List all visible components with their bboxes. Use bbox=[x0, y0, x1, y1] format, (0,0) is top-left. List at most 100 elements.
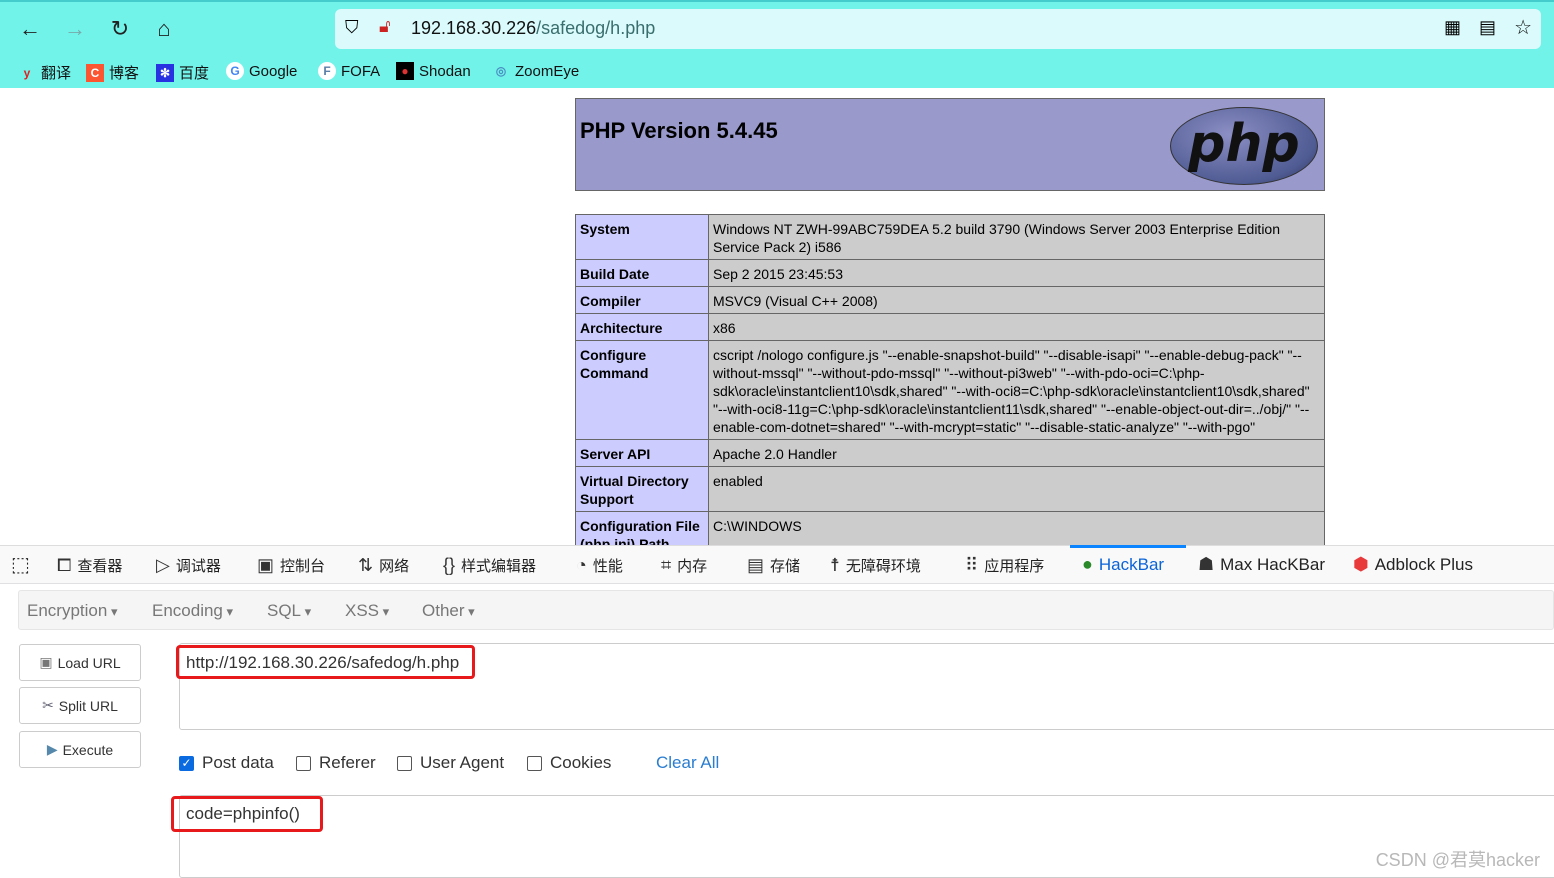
split-url-button[interactable]: ✂ Split URL bbox=[19, 687, 141, 724]
checkbox-icon bbox=[296, 755, 311, 771]
browser-toolbar: ← → ↻ ⌂ ⛉ 🔓︎ 192.168.30.226/safedog/h.ph… bbox=[0, 0, 1554, 88]
devtools-tab[interactable]: ☨ 无障碍环境 bbox=[830, 555, 921, 576]
scissors-icon: ✂ bbox=[42, 697, 54, 713]
checkbox-icon bbox=[397, 755, 412, 771]
bookmark-google[interactable]: G Google bbox=[226, 62, 297, 80]
url-path: /safedog/h.php bbox=[536, 18, 656, 38]
performance-icon: ◔ bbox=[576, 555, 587, 575]
devtools-tab[interactable]: ⇅ 网络 bbox=[358, 555, 409, 576]
bookmark-shodan[interactable]: ● Shodan bbox=[396, 62, 471, 80]
phpinfo-table: System Windows NT ZWH-99ABC759DEA 5.2 bui… bbox=[575, 214, 1325, 557]
row-key: System bbox=[575, 214, 709, 260]
devtools-tab[interactable]: ▷ 调试器 bbox=[156, 555, 221, 576]
row-key: Architecture bbox=[575, 313, 709, 341]
menu-other[interactable]: Other bbox=[422, 601, 475, 621]
devtools-tab[interactable]: ◔ 性能 bbox=[576, 555, 623, 576]
highlight-box-url bbox=[176, 645, 475, 679]
php-header: PHP Version 5.4.45 php bbox=[575, 98, 1325, 191]
table-row: Virtual Directory Support enabled bbox=[575, 466, 1325, 512]
menu-xss[interactable]: XSS bbox=[345, 601, 389, 621]
adblock-icon: ⬢ bbox=[1353, 554, 1369, 574]
table-row: Build Date Sep 2 2015 23:45:53 bbox=[575, 259, 1325, 287]
element-picker-icon[interactable]: ⬚ bbox=[11, 552, 30, 577]
inspector-icon: ⧠ bbox=[57, 555, 72, 575]
table-row: Architecture x86 bbox=[575, 313, 1325, 341]
execute-icon: ▶ bbox=[46, 741, 58, 757]
bookmark-youdao[interactable]: y 翻译 bbox=[18, 62, 71, 83]
cookies-checkbox[interactable]: Cookies bbox=[527, 753, 611, 773]
user-agent-checkbox[interactable]: User Agent bbox=[397, 753, 504, 773]
execute-button[interactable]: ▶ Execute bbox=[19, 731, 141, 768]
reader-view-icon[interactable]: ▤ bbox=[1479, 17, 1496, 38]
style-editor-icon: {} bbox=[443, 555, 456, 575]
row-key: Build Date bbox=[575, 259, 709, 287]
clear-all-link[interactable]: Clear All bbox=[656, 753, 719, 773]
reload-icon[interactable]: ↻ bbox=[107, 16, 133, 42]
shield-icon[interactable]: ⛉ bbox=[345, 17, 359, 38]
devtools-panel: ⬚ ⧠ 查看器 ▷ 调试器 ▣ 控制台 ⇅ 网络 {} 样式编辑器 ◔ 性能 ⌗ 内存 ▤ 存储 ☨ 无障碍环境 ⠿… bbox=[0, 545, 1554, 878]
table-row: Server API Apache 2.0 Handler bbox=[575, 439, 1325, 467]
row-value: cscript /nologo configure.js "--enable-s… bbox=[708, 340, 1325, 440]
post-data-textarea[interactable] bbox=[179, 795, 1554, 878]
table-row: System Windows NT ZWH-99ABC759DEA 5.2 bui… bbox=[575, 214, 1325, 260]
devtools-tab[interactable]: ⠿ 应用程序 bbox=[965, 555, 1044, 576]
row-value: enabled bbox=[708, 466, 1325, 512]
row-value: MSVC9 (Visual C++ 2008) bbox=[708, 286, 1325, 314]
bookmark-zoomeye[interactable]: ◎ ZoomEye bbox=[492, 62, 579, 80]
youdao-icon: y bbox=[23, 65, 31, 80]
devtools-tab[interactable]: ▣ 控制台 bbox=[257, 555, 325, 576]
qr-code-icon[interactable]: ▦ bbox=[1444, 17, 1461, 38]
row-key: Compiler bbox=[575, 286, 709, 314]
devtools-toolbar: ⬚ ⧠ 查看器 ▷ 调试器 ▣ 控制台 ⇅ 网络 {} 样式编辑器 ◔ 性能 ⌗ 内存 ▤ 存储 ☨ 无障碍环境 ⠿… bbox=[0, 545, 1554, 584]
highlight-box-post bbox=[171, 796, 323, 832]
watermark: CSDN @君莫hacker bbox=[1375, 850, 1540, 870]
table-row: Compiler MSVC9 (Visual C++ 2008) bbox=[575, 286, 1325, 314]
hackbar-menu: Encryption Encoding SQL XSS Other bbox=[18, 590, 1554, 630]
checkbox-icon bbox=[527, 755, 542, 771]
address-bar[interactable]: ⛉ 🔓︎ 192.168.30.226/safedog/h.php ▦ ▤ ☆ bbox=[335, 9, 1541, 49]
row-value: x86 bbox=[708, 313, 1325, 341]
url-host: 192.168.30.226 bbox=[411, 18, 537, 38]
devtools-tab[interactable]: ● HackBar bbox=[1082, 554, 1164, 575]
application-icon: ⠿ bbox=[965, 555, 979, 575]
bookmark-baidu[interactable]: ✻ 百度 bbox=[156, 62, 209, 83]
menu-encoding[interactable]: Encoding bbox=[152, 601, 233, 621]
home-icon[interactable]: ⌂ bbox=[151, 16, 177, 42]
devtools-tab[interactable]: ▤ 存储 bbox=[747, 555, 800, 576]
insecure-lock-icon[interactable]: 🔓︎ bbox=[379, 16, 391, 37]
back-icon[interactable]: ← bbox=[17, 16, 43, 42]
php-logo: php bbox=[1170, 107, 1318, 185]
bookmark-csdn[interactable]: C 博客 bbox=[86, 62, 139, 83]
forward-icon[interactable]: → bbox=[62, 16, 88, 42]
menu-encryption[interactable]: Encryption bbox=[27, 601, 117, 621]
php-version-title: PHP Version 5.4.45 bbox=[580, 118, 778, 143]
max-hackbar-icon: ☗ bbox=[1198, 554, 1215, 574]
row-key: Virtual Directory Support bbox=[575, 466, 709, 512]
devtools-tab[interactable]: ⌗ 内存 bbox=[661, 555, 707, 576]
console-icon: ▣ bbox=[257, 555, 275, 575]
debugger-icon: ▷ bbox=[156, 555, 170, 575]
bookmark-fofa[interactable]: F FOFA bbox=[318, 62, 380, 80]
devtools-tab[interactable]: ☗ Max HacKBar bbox=[1198, 554, 1325, 575]
checkbox-checked-icon: ✓ bbox=[179, 755, 194, 771]
active-tab-indicator bbox=[1070, 545, 1186, 548]
shodan-icon: ● bbox=[396, 62, 414, 80]
load-url-icon: ▣ bbox=[39, 654, 53, 670]
bookmark-star-icon[interactable]: ☆ bbox=[1514, 15, 1532, 40]
devtools-tab[interactable]: ⬢ Adblock Plus bbox=[1353, 554, 1473, 575]
network-icon: ⇅ bbox=[358, 555, 374, 575]
devtools-tab[interactable]: {} 样式编辑器 bbox=[443, 555, 536, 576]
devtools-tab[interactable]: ⧠ 查看器 bbox=[57, 555, 122, 576]
storage-icon: ▤ bbox=[747, 555, 765, 575]
post-data-checkbox[interactable]: ✓ Post data bbox=[179, 753, 274, 773]
load-url-button[interactable]: ▣ Load URL bbox=[19, 644, 141, 681]
zoomeye-icon: ◎ bbox=[495, 64, 507, 78]
menu-sql[interactable]: SQL bbox=[267, 601, 311, 621]
hackbar-icon: ● bbox=[1082, 554, 1093, 574]
referer-checkbox[interactable]: Referer bbox=[296, 753, 376, 773]
accessibility-icon: ☨ bbox=[830, 555, 840, 575]
row-key: Server API bbox=[575, 439, 709, 467]
row-key: Configure Command bbox=[575, 340, 709, 440]
baidu-icon: ✻ bbox=[156, 63, 174, 82]
table-row: Configure Command cscript /nologo configu… bbox=[575, 340, 1325, 440]
